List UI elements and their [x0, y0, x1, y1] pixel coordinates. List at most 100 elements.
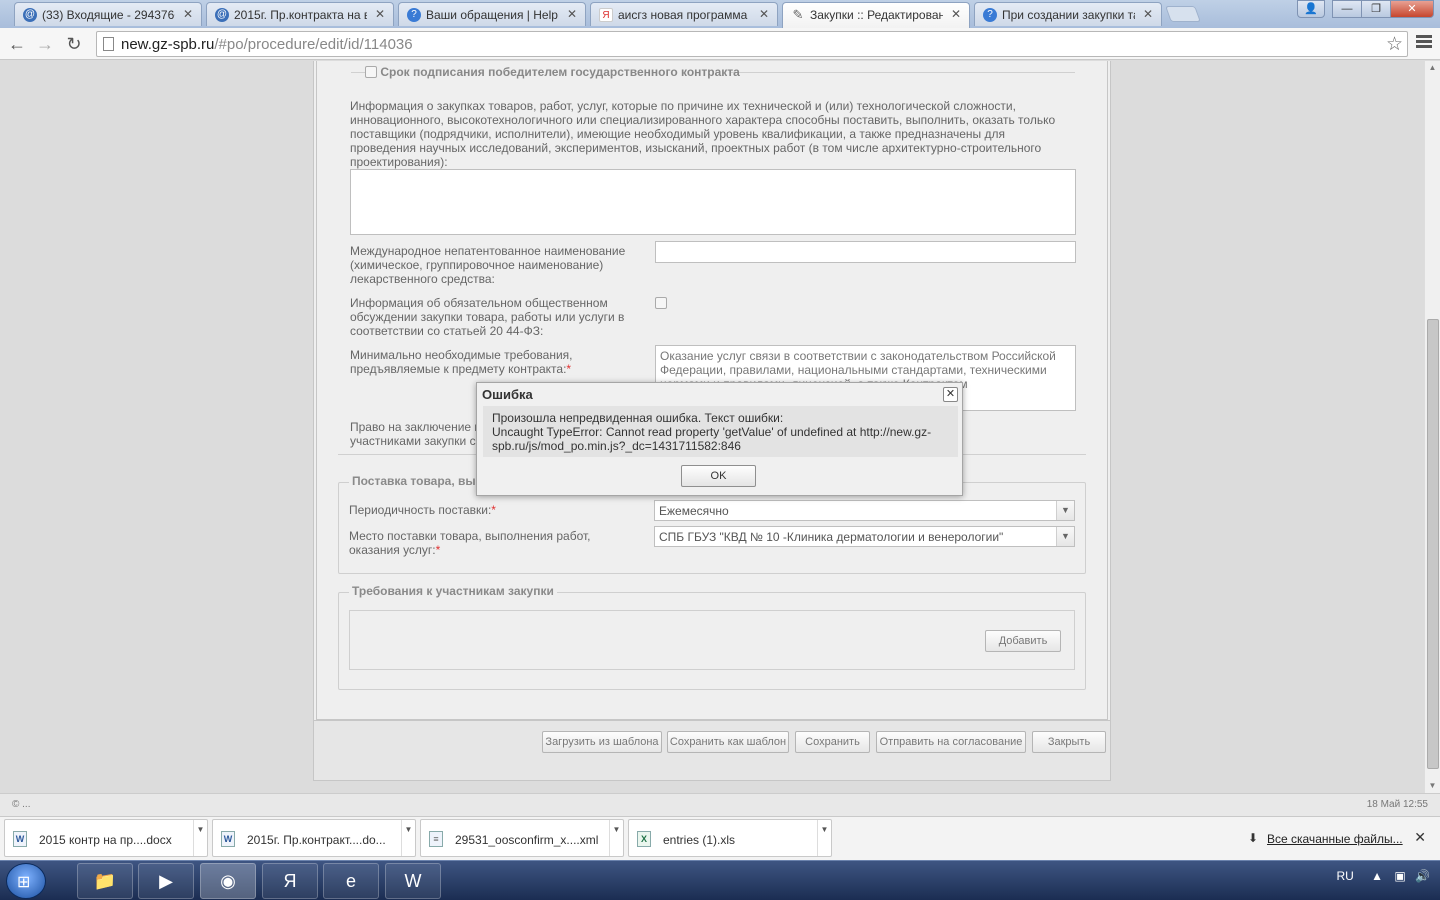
dialog-message: Произошла непредвиденная ошибка. Текст о… [483, 406, 958, 457]
language-indicator[interactable]: RU [1336, 869, 1353, 883]
show-all-downloads-link[interactable]: Все скачанные файлы... [1267, 832, 1403, 846]
discussion-label: Информация об обязательном общественном … [350, 296, 625, 338]
new-tab-button[interactable] [1165, 6, 1201, 22]
copyright-text: © ... [12, 799, 31, 810]
page-scrollbar[interactable]: ▲ ▼ [1424, 61, 1440, 793]
close-form-button[interactable]: Закрыть [1032, 731, 1106, 753]
close-icon[interactable]: ✕ [375, 7, 385, 21]
back-arrow-icon[interactable]: ← [5, 32, 29, 56]
media-player-taskbar-icon[interactable]: ▶ [138, 863, 194, 899]
download-arrow-icon: ⬇ [1248, 831, 1259, 845]
close-icon[interactable]: ✕ [1143, 7, 1153, 21]
chevron-down-icon[interactable]: ▼ [1056, 501, 1074, 520]
tech-info-label: Информация о закупках товаров, работ, ус… [350, 99, 1056, 169]
forward-arrow-icon[interactable]: → [33, 32, 57, 56]
tech-info-textarea[interactable] [350, 169, 1076, 235]
system-tray: RU ▲ ▣ 🔊 [1336, 869, 1430, 883]
word-taskbar-icon[interactable]: W [385, 863, 441, 899]
maximize-icon[interactable]: ❐ [1361, 0, 1391, 18]
ok-button[interactable]: OK [681, 465, 756, 487]
dialog-title: Ошибка [482, 387, 533, 402]
participants-legend: Требования к участникам закупки [349, 584, 557, 598]
downloads-shelf: W 2015 контр на пр....docx ▼ W 2015г. Пр… [0, 816, 1440, 860]
download-item[interactable]: ≡ 29531_oosconfirm_x....xml ▼ [420, 819, 624, 857]
word-doc-icon: W [221, 831, 235, 847]
chevron-down-icon[interactable]: ▼ [1056, 527, 1074, 546]
download-item[interactable]: X entries (1).xls ▼ [628, 819, 832, 857]
windows-logo-icon: ⊞ [17, 874, 31, 891]
user-profile-icon[interactable]: 👤 [1297, 0, 1325, 18]
browser-tab-strip: @ (33) Входящие - 2943766 ✕ @ 2015г. Пр.… [0, 0, 1440, 28]
window-close-icon[interactable]: ✕ [1390, 0, 1434, 18]
help-icon: ? [407, 8, 421, 22]
tab-label: 2015г. Пр.контракта на в [234, 8, 367, 22]
participants-fieldset: Требования к участникам закупки Добавить [338, 584, 1086, 690]
tray-expand-icon[interactable]: ▲ [1371, 869, 1383, 883]
browser-tab-contract[interactable]: @ 2015г. Пр.контракта на в ✕ [206, 2, 394, 26]
close-icon[interactable]: ✕ [1414, 829, 1426, 846]
page-icon [103, 37, 114, 51]
load-template-button[interactable]: Загрузить из шаблона [542, 731, 662, 753]
start-button[interactable]: ⊞ [6, 863, 46, 899]
scroll-down-icon[interactable]: ▼ [1425, 779, 1440, 793]
bookmark-star-icon[interactable]: ☆ [1386, 33, 1403, 56]
network-icon[interactable]: ▣ [1394, 869, 1405, 883]
browser-tab-procurement[interactable]: ✎ Закупки :: Редактирован ✕ [782, 2, 970, 28]
app-status-bar: © ... 18 Май 12:55 [0, 793, 1440, 816]
min-requirements-label: Минимально необходимые требования, предъ… [350, 348, 573, 376]
close-icon[interactable]: ✕ [951, 7, 961, 21]
delivery-legend: Поставка товара, вып [349, 474, 486, 488]
browser-tab-yandex[interactable]: Я аисгз новая программа - ✕ [590, 2, 778, 26]
download-item[interactable]: W 2015 контр на пр....docx ▼ [4, 819, 208, 857]
contract-right-label: Право на заключение к участниками закупк… [350, 420, 480, 448]
url-text: new.gz-spb.ru/#po/procedure/edit/id/1140… [121, 36, 413, 53]
browser-tab-helpdesk[interactable]: ? Ваши обращения | HelpD ✕ [398, 2, 586, 26]
chevron-down-icon[interactable]: ▼ [401, 820, 415, 856]
close-icon[interactable]: ✕ [183, 7, 193, 21]
scroll-up-icon[interactable]: ▲ [1425, 61, 1440, 75]
participants-grid: Добавить [349, 610, 1075, 670]
download-item[interactable]: W 2015г. Пр.контракт....do... ▼ [212, 819, 416, 857]
chevron-down-icon[interactable]: ▼ [609, 820, 623, 856]
tab-label: Закупки :: Редактирован [810, 8, 943, 22]
yandex-icon: Я [599, 8, 613, 22]
save-as-template-button[interactable]: Сохранить как шаблон [667, 731, 789, 753]
ie-taskbar-icon[interactable]: e [323, 863, 379, 899]
windows-taskbar: ⊞ 📁 ▶ ◉ Я e W RU ▲ ▣ 🔊 [0, 860, 1440, 900]
browser-tab-inbox[interactable]: @ (33) Входящие - 2943766 ✕ [14, 2, 202, 26]
place-label: Место поставки товара, выполнения работ,… [349, 529, 591, 557]
periodicity-select[interactable]: Ежемесячно ▼ [654, 500, 1075, 521]
browser-tab-question[interactable]: ? При создании закупки та ✕ [974, 2, 1162, 26]
browser-toolbar: ← → ↻ new.gz-spb.ru/#po/procedure/edit/i… [0, 28, 1440, 60]
tools-icon: ✎ [792, 7, 804, 22]
minimize-icon[interactable]: — [1332, 0, 1362, 18]
scroll-thumb[interactable] [1427, 319, 1439, 769]
close-icon[interactable]: ✕ [943, 387, 958, 402]
chevron-down-icon[interactable]: ▼ [193, 820, 207, 856]
chrome-taskbar-icon[interactable]: ◉ [200, 863, 256, 899]
deadline-checkbox[interactable] [365, 66, 377, 78]
explorer-taskbar-icon[interactable]: 📁 [77, 863, 133, 899]
volume-icon[interactable]: 🔊 [1415, 869, 1430, 883]
add-requirement-button[interactable]: Добавить [985, 630, 1061, 652]
close-icon[interactable]: ✕ [759, 7, 769, 21]
inn-input[interactable] [655, 241, 1076, 263]
word-doc-icon: W [13, 831, 27, 847]
window-controls: 👤 — ❐ ✕ [1297, 0, 1434, 20]
deadline-legend: Срок подписания победителем государствен… [365, 65, 740, 79]
address-bar[interactable]: new.gz-spb.ru/#po/procedure/edit/id/1140… [96, 31, 1408, 57]
discussion-checkbox[interactable] [655, 297, 667, 309]
xml-file-icon: ≡ [429, 831, 443, 847]
help-icon: ? [983, 8, 997, 22]
place-select[interactable]: СПБ ГБУЗ "КВД № 10 -Клиника дерматологии… [654, 526, 1075, 547]
tab-label: аисгз новая программа - [618, 8, 751, 22]
save-button[interactable]: Сохранить [795, 731, 870, 753]
tab-label: (33) Входящие - 2943766 [42, 8, 175, 22]
reload-icon[interactable]: ↻ [62, 32, 86, 56]
yandex-taskbar-icon[interactable]: Я [262, 863, 318, 899]
tab-label: При создании закупки та [1002, 8, 1135, 22]
chevron-down-icon[interactable]: ▼ [817, 820, 831, 856]
chrome-menu-icon[interactable] [1416, 33, 1432, 51]
send-approval-button[interactable]: Отправить на согласование [876, 731, 1026, 753]
close-icon[interactable]: ✕ [567, 7, 577, 21]
